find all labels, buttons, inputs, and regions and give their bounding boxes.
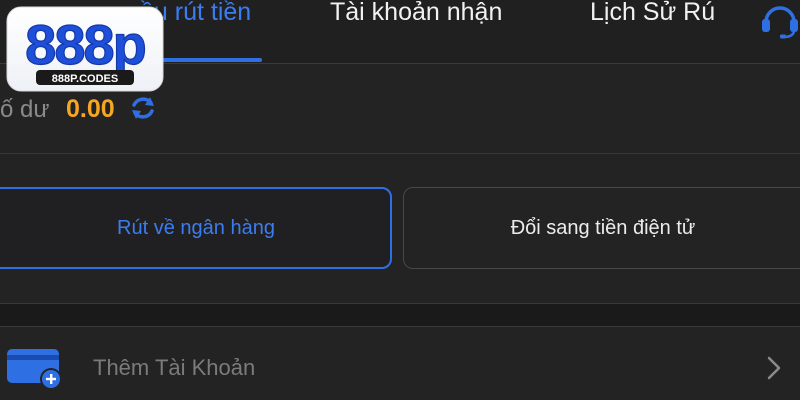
support-headset-icon[interactable] bbox=[760, 0, 800, 40]
withdraw-to-bank-button[interactable]: Rút về ngân hàng bbox=[0, 187, 392, 269]
add-account-label: Thêm Tài Khoản bbox=[93, 355, 256, 380]
tab-account-label: Tài khoản nhận bbox=[330, 0, 503, 26]
withdraw-screen: ầu rút tiền Tài khoản nhận Lịch Sử Rú 88… bbox=[0, 0, 800, 400]
tab-history-label: Lịch Sử Rú bbox=[590, 0, 716, 26]
logo-brand-text: 888p bbox=[25, 13, 145, 76]
convert-to-crypto-label: Đổi sang tiền điện tử bbox=[510, 216, 696, 239]
refresh-icon[interactable] bbox=[128, 93, 158, 123]
withdraw-to-bank-label: Rút về ngân hàng bbox=[117, 216, 275, 239]
wallet-add-icon bbox=[7, 349, 62, 390]
convert-to-crypto-button[interactable]: Đổi sang tiền điện tử bbox=[403, 187, 800, 269]
section-separator bbox=[0, 304, 800, 326]
chevron-right-icon bbox=[767, 356, 781, 380]
balance-label: ố dư bbox=[0, 96, 50, 123]
balance-value: 0.00 bbox=[66, 95, 115, 123]
brand-logo: 888p 888P.CODES bbox=[6, 6, 164, 92]
add-account-row[interactable]: Thêm Tài Khoản bbox=[0, 327, 800, 400]
logo-domain-text: 888P.CODES bbox=[52, 73, 118, 85]
